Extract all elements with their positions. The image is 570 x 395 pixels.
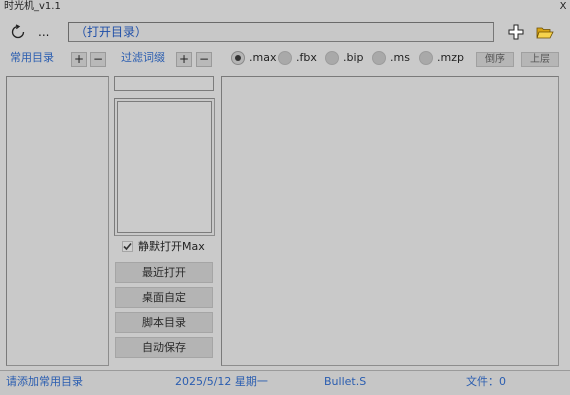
radio-mzp-label: .mzp [437, 51, 464, 64]
remove-filter-button[interactable]: − [196, 52, 212, 67]
radio-max-label: .max [249, 51, 277, 64]
recent-open-button[interactable]: 最近打开 [115, 262, 213, 283]
more-button[interactable]: ... [38, 24, 49, 40]
status-user: Bullet.S [324, 375, 367, 388]
radio-bip[interactable] [325, 51, 339, 65]
autosave-button[interactable]: 自动保存 [115, 337, 213, 358]
filter-list-frame [114, 98, 215, 236]
checkmark-icon [123, 242, 132, 251]
script-directory-button[interactable]: 脚本目录 [115, 312, 213, 333]
add-favorite-button[interactable]: + [71, 52, 87, 67]
filter-label: 过滤词缀 [121, 51, 165, 64]
filter-list[interactable] [117, 101, 212, 233]
silent-open-checkbox[interactable] [122, 241, 133, 252]
add-filter-button[interactable]: + [176, 52, 192, 67]
window-title: 时光机_v1.1 [4, 1, 61, 12]
open-folder-icon [536, 27, 554, 39]
open-folder-button[interactable] [534, 22, 556, 42]
filter-input[interactable] [114, 76, 214, 91]
favorites-list[interactable] [6, 76, 109, 366]
favorites-label: 常用目录 [10, 51, 54, 64]
refresh-button[interactable] [8, 22, 28, 42]
title-bar [0, 0, 570, 14]
radio-ms[interactable] [372, 51, 386, 65]
directory-path-field[interactable]: （打开目录） [68, 22, 494, 42]
status-file-count: 文件：0 [466, 375, 506, 388]
radio-max[interactable] [231, 51, 245, 65]
status-hint: 请添加常用目录 [6, 375, 83, 388]
silent-open-label: 静默打开Max [138, 240, 205, 253]
radio-mzp[interactable] [419, 51, 433, 65]
file-list[interactable] [221, 76, 559, 366]
radio-fbx[interactable] [278, 51, 292, 65]
refresh-icon [11, 24, 25, 39]
desktop-custom-button[interactable]: 桌面自定 [115, 287, 213, 308]
close-button[interactable]: X [558, 0, 568, 14]
plus-icon [508, 24, 524, 40]
status-date: 2025/5/12 星期一 [175, 375, 268, 388]
radio-bip-label: .bip [343, 51, 364, 64]
remove-favorite-button[interactable]: − [90, 52, 106, 67]
add-directory-button[interactable] [506, 22, 526, 42]
radio-fbx-label: .fbx [296, 51, 317, 64]
reverse-order-button[interactable]: 倒序 [476, 52, 514, 67]
parent-directory-button[interactable]: 上层 [521, 52, 559, 67]
radio-ms-label: .ms [390, 51, 410, 64]
